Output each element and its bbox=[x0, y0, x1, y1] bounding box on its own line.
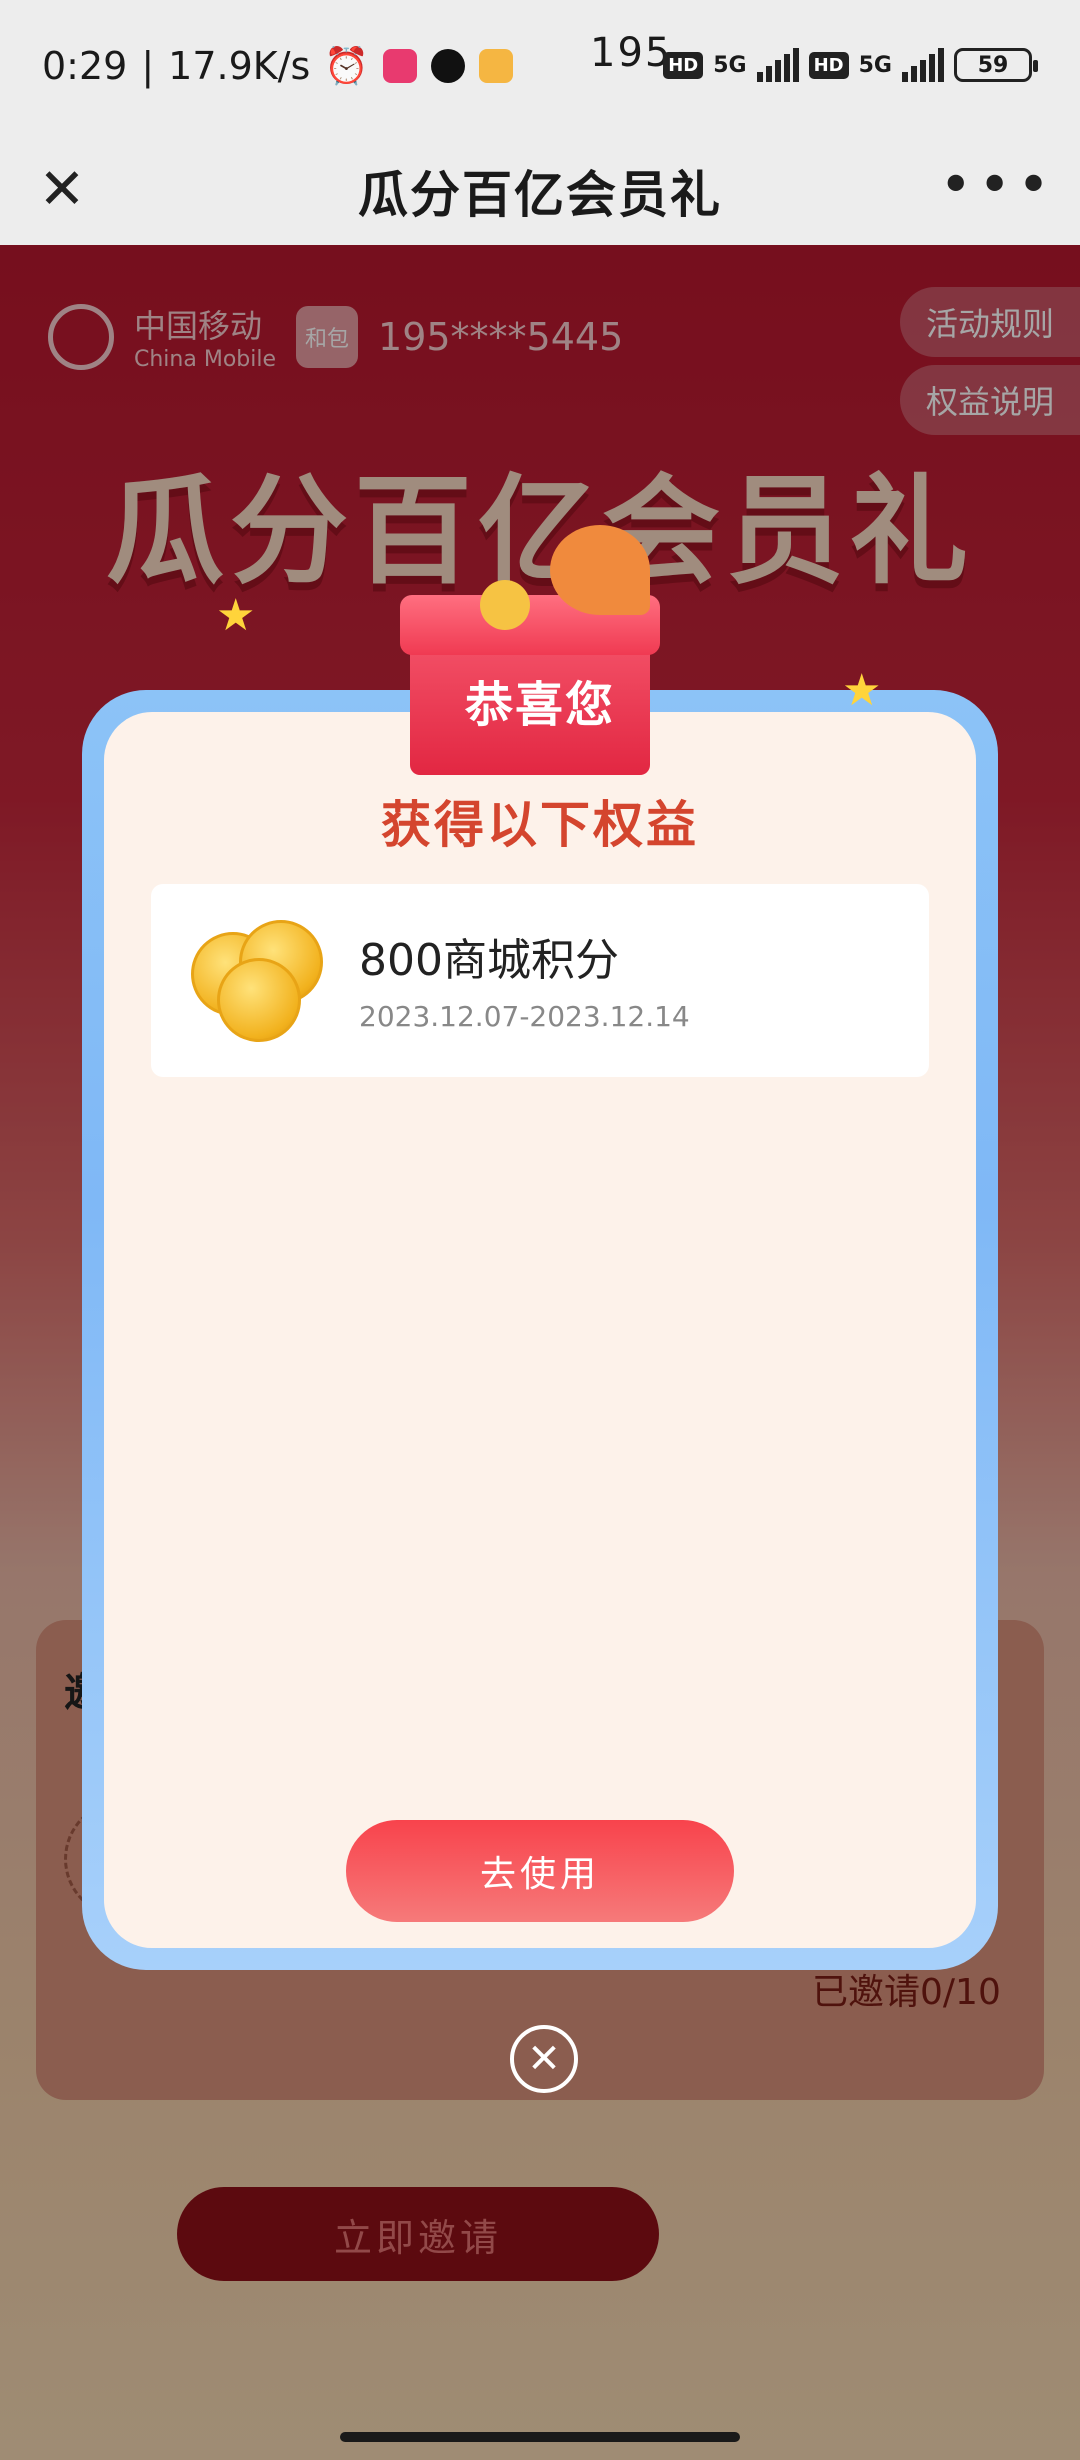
status-left: 0:29 | 17.9K/s ⏰ bbox=[42, 44, 514, 88]
status-right: HD 5G HD 5G 59 bbox=[663, 48, 1038, 82]
close-icon[interactable]: ✕ bbox=[510, 2025, 578, 2093]
modal-subtitle: 获得以下权益 bbox=[381, 796, 699, 854]
hebao-app-icon bbox=[383, 49, 418, 83]
page-title: 瓜分百亿会员礼 bbox=[358, 166, 722, 224]
network-label: 5G bbox=[713, 52, 747, 78]
hd-icon: HD bbox=[663, 51, 704, 79]
title-bar: ✕ 瓜分百亿会员礼 • • • bbox=[0, 135, 1080, 245]
benefit-item: 800商城积分 2023.12.07-2023.12.14 bbox=[151, 884, 929, 1077]
coins-icon bbox=[191, 920, 327, 1042]
qq-icon bbox=[431, 49, 466, 83]
congrats-label: 恭喜您 bbox=[464, 677, 615, 733]
more-options-icon[interactable]: • • • bbox=[939, 153, 1050, 218]
status-separator: | bbox=[141, 44, 155, 88]
status-center-text: 195 bbox=[590, 30, 673, 76]
battery-icon: 59 bbox=[954, 48, 1038, 82]
status-time: 0:29 bbox=[42, 44, 128, 88]
gift-box-icon bbox=[400, 525, 700, 775]
star-icon: ★ bbox=[842, 665, 882, 716]
gift-coin bbox=[480, 580, 530, 630]
signal-icon-2 bbox=[902, 48, 944, 82]
benefit-name: 800商城积分 bbox=[359, 935, 619, 986]
status-net-speed: 17.9K/s bbox=[168, 44, 311, 88]
home-indicator[interactable] bbox=[340, 2432, 740, 2442]
message-icon bbox=[479, 49, 514, 83]
network-label-2: 5G bbox=[858, 52, 892, 78]
alarm-icon: ⏰ bbox=[324, 46, 370, 87]
gift-bow bbox=[550, 525, 650, 615]
benefit-validity: 2023.12.07-2023.12.14 bbox=[359, 1000, 690, 1033]
status-bar: 0:29 | 17.9K/s ⏰ 195 HD 5G HD 5G 59 bbox=[0, 0, 1080, 135]
signal-icon bbox=[756, 48, 799, 82]
use-now-button[interactable]: 去使用 bbox=[346, 1820, 734, 1922]
hd-icon-2: HD bbox=[808, 51, 849, 79]
coin bbox=[217, 958, 301, 1042]
star-icon: ★ bbox=[216, 590, 256, 641]
